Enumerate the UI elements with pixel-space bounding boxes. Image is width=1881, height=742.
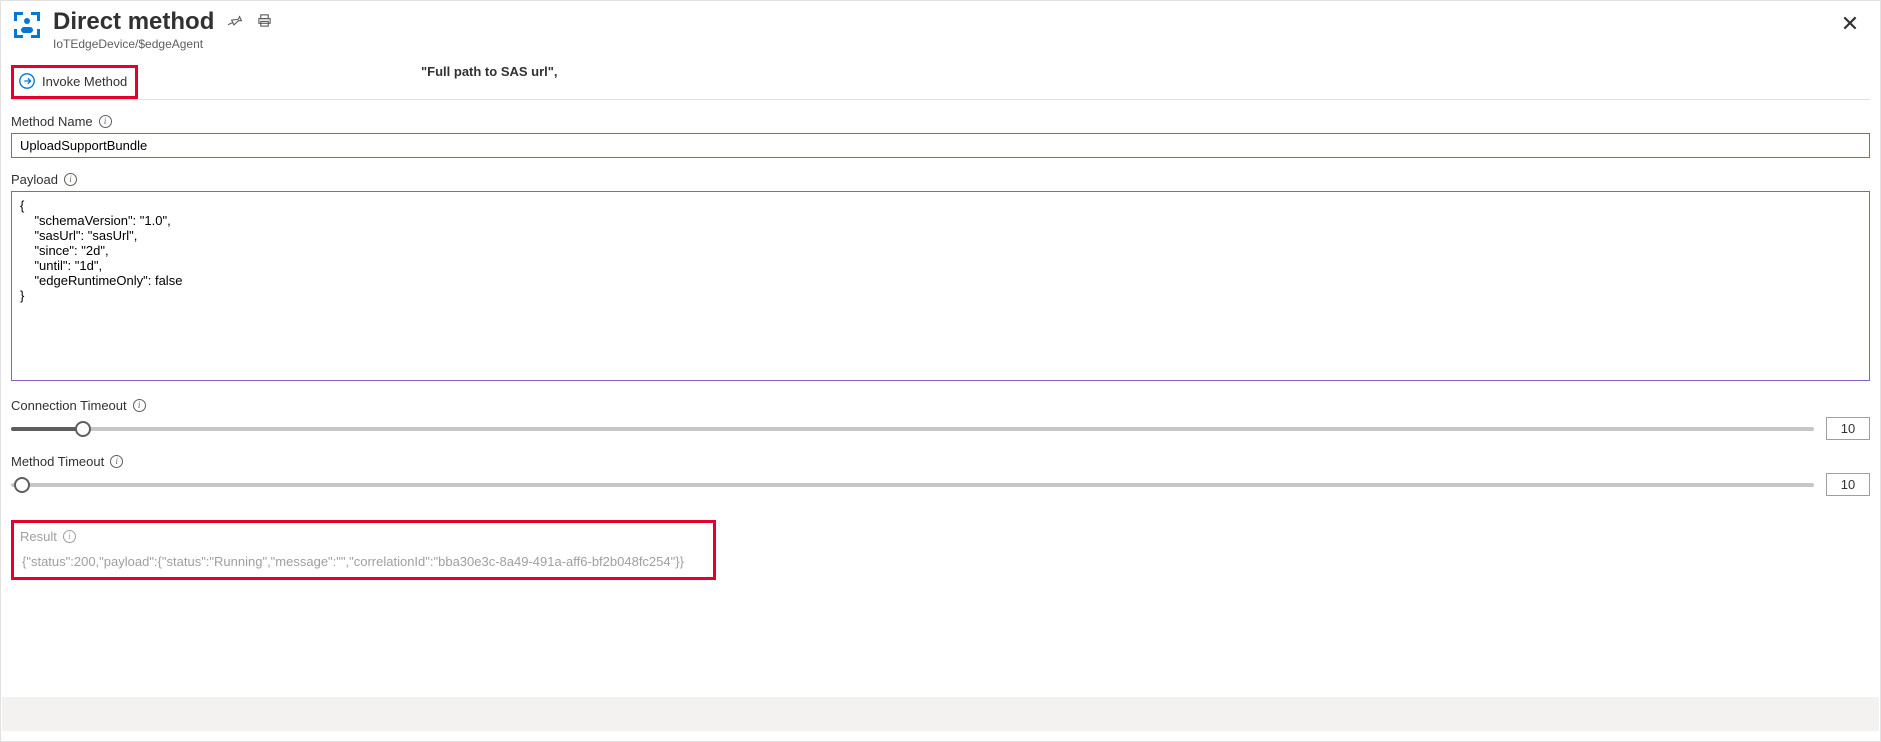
payload-section: Payload i: [11, 172, 1870, 384]
print-icon[interactable]: [257, 13, 272, 31]
info-icon[interactable]: i: [63, 530, 76, 543]
method-name-input[interactable]: [11, 133, 1870, 158]
direct-method-panel: Direct method: [0, 0, 1881, 742]
info-icon[interactable]: i: [64, 173, 77, 186]
info-icon[interactable]: i: [99, 115, 112, 128]
payload-input[interactable]: [11, 191, 1870, 381]
close-button[interactable]: ✕: [1836, 13, 1864, 41]
method-timeout-section: Method Timeout i 10: [11, 454, 1870, 496]
invoke-method-label: Invoke Method: [42, 74, 127, 89]
method-timeout-slider[interactable]: [11, 478, 1814, 492]
invoke-arrow-icon: [18, 72, 36, 90]
connection-timeout-value[interactable]: 10: [1826, 417, 1870, 440]
service-logo-icon: [11, 9, 43, 41]
breadcrumb: IoTEdgeDevice/$edgeAgent: [53, 37, 272, 51]
page-title: Direct method: [53, 9, 214, 35]
info-icon[interactable]: i: [133, 399, 146, 412]
connection-timeout-section: Connection Timeout i 10: [11, 398, 1870, 440]
result-background: [2, 697, 1879, 731]
title-block: Direct method: [53, 9, 272, 51]
payload-label: Payload: [11, 172, 58, 187]
connection-timeout-label: Connection Timeout: [11, 398, 127, 413]
connection-timeout-slider[interactable]: [11, 422, 1814, 436]
result-value: {"status":200,"payload":{"status":"Runni…: [20, 546, 707, 577]
annotation-text: "Full path to SAS url",: [421, 64, 558, 79]
header: Direct method: [11, 9, 1870, 51]
pin-icon[interactable]: [228, 13, 243, 31]
method-timeout-value[interactable]: 10: [1826, 473, 1870, 496]
method-name-label: Method Name: [11, 114, 93, 129]
method-timeout-label: Method Timeout: [11, 454, 104, 469]
result-label: Result: [20, 529, 57, 544]
method-name-section: Method Name i: [11, 114, 1870, 158]
toolbar: Invoke Method: [11, 65, 1870, 100]
invoke-method-button[interactable]: Invoke Method: [11, 65, 138, 99]
result-block: Result i {"status":200,"payload":{"statu…: [11, 520, 716, 580]
info-icon[interactable]: i: [110, 455, 123, 468]
